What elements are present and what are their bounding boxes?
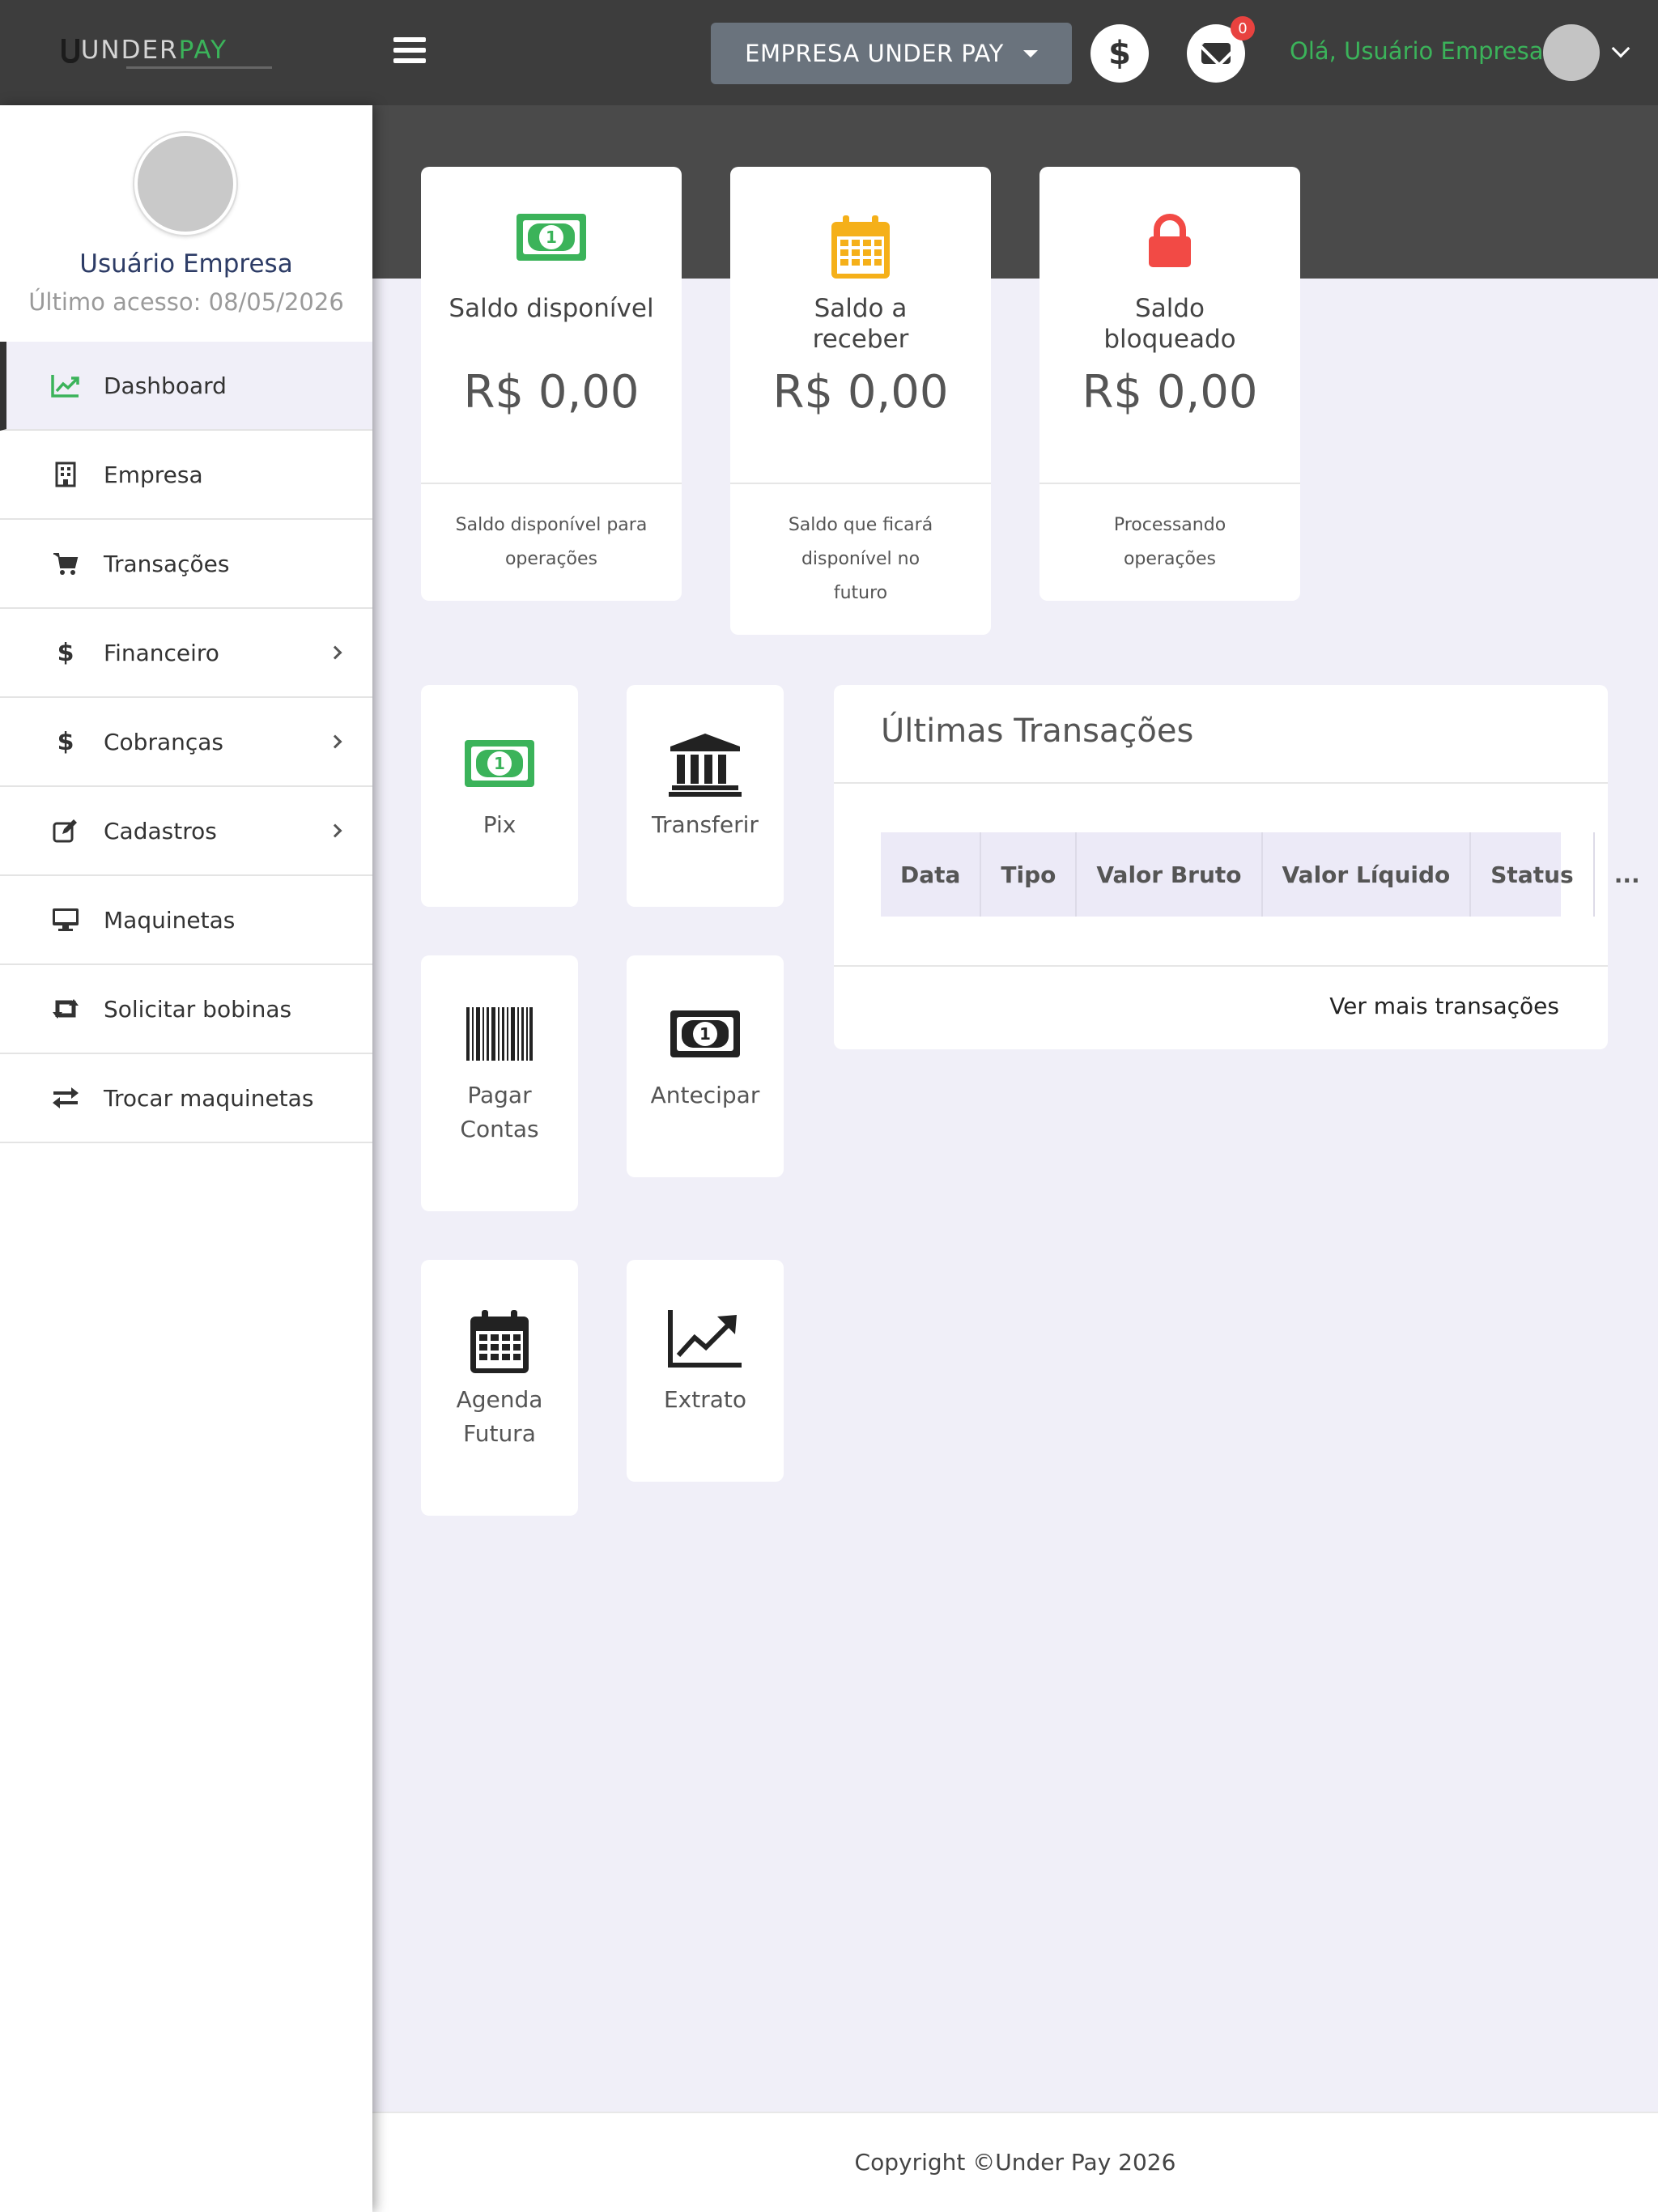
action-pix[interactable]: 1 Pix (421, 685, 578, 907)
sidebar-item-dashboard[interactable]: Dashboard (0, 342, 372, 431)
action-transferir[interactable]: Transferir (627, 685, 784, 907)
balance-description: Processando operações (1113, 515, 1226, 569)
sidebar-menu: Dashboard Empresa Transações $ Financeir… (0, 342, 372, 1143)
see-more-transactions-link[interactable]: Ver mais transações (1329, 993, 1559, 1019)
money-bill-icon: 1 (670, 1010, 740, 1057)
chevron-down-icon[interactable] (1611, 39, 1630, 58)
sidebar-item-label: Trocar maquinetas (104, 1084, 314, 1112)
calendar-icon (470, 1310, 529, 1373)
column-header[interactable]: Status (1471, 832, 1595, 917)
lock-icon (1149, 214, 1191, 267)
money-bill-icon: 1 (517, 214, 586, 261)
divider (834, 965, 1608, 967)
top-bar: UNDERPAY EMPRESA UNDER PAY $ 0 Olá, Usuá… (0, 0, 1658, 105)
sidebar-avatar (134, 133, 236, 235)
user-avatar[interactable] (1543, 24, 1600, 81)
dollar-icon: $ (57, 638, 74, 667)
chevron-right-icon (328, 734, 342, 749)
sidebar-item-cadastros[interactable]: Cadastros (0, 787, 372, 876)
sidebar-item-financeiro[interactable]: $ Financeiro (0, 609, 372, 698)
balance-amount: R$ 0,00 (1082, 366, 1258, 419)
envelope-icon (1201, 43, 1231, 64)
logo-tagline (126, 66, 272, 69)
action-pagar-contas[interactable]: Pagar Contas (421, 955, 578, 1211)
balance-description: Saldo que ficará disponível no futuro (788, 515, 933, 603)
sidebar-item-empresa[interactable]: Empresa (0, 431, 372, 520)
hamburger-icon (393, 37, 426, 42)
company-select-value: EMPRESA UNDER PAY (745, 40, 1004, 67)
balance-button[interactable]: $ (1090, 24, 1149, 83)
balance-label: Saldo a receber (812, 294, 909, 354)
sidebar-item-cobrancas[interactable]: $ Cobranças (0, 698, 372, 787)
messages-badge: 0 (1231, 16, 1255, 40)
column-header[interactable]: Valor Bruto (1077, 832, 1263, 917)
balance-label: Saldo disponível (449, 294, 654, 323)
divider (834, 782, 1608, 784)
sidebar-item-label: Financeiro (104, 639, 219, 666)
exchange-icon (50, 1083, 81, 1113)
sidebar-item-label: Cobranças (104, 728, 224, 755)
action-label: Agenda Futura (456, 1386, 543, 1447)
sidebar-user-name: Usuário Empresa (79, 249, 293, 279)
chart-line-icon (50, 370, 81, 401)
sidebar-item-label: Maquinetas (104, 906, 236, 934)
bank-icon (669, 734, 742, 797)
barcode-icon (466, 1007, 533, 1061)
sidebar-item-label: Transações (104, 550, 230, 577)
chevron-right-icon (328, 823, 342, 838)
caret-down-icon (1022, 49, 1038, 57)
sidebar-item-label: Dashboard (104, 372, 227, 399)
transactions-card: Últimas Transações Data Tipo Valor Bruto… (834, 685, 1640, 1049)
calendar-icon (831, 215, 890, 279)
retweet-icon (50, 993, 81, 1024)
logo-text: UNDERPAY (80, 36, 228, 65)
balance-amount: R$ 0,00 (463, 366, 640, 419)
copyright-text: Copyright ©Under Pay 2026 (854, 2149, 1176, 2176)
sidebar-item-transacoes[interactable]: Transações (0, 520, 372, 609)
menu-toggle-button[interactable] (393, 37, 426, 65)
column-header[interactable]: Valor Líquido (1263, 832, 1472, 917)
edit-icon (50, 815, 81, 846)
action-label: Antecipar (650, 1082, 760, 1108)
transactions-table-header: Data Tipo Valor Bruto Valor Líquido Stat… (881, 832, 1640, 917)
action-agenda-futura[interactable]: Agenda Futura (421, 1260, 578, 1516)
balance-card-blocked: Saldo bloqueado R$ 0,00 Processando oper… (1039, 167, 1300, 601)
action-extrato[interactable]: Extrato (627, 1260, 784, 1482)
company-select[interactable]: EMPRESA UNDER PAY (711, 23, 1072, 84)
sidebar-item-label: Empresa (104, 461, 203, 488)
dollar-icon: $ (57, 727, 74, 756)
sidebar-item-label: Solicitar bobinas (104, 995, 292, 1023)
cart-icon (50, 548, 81, 579)
column-header[interactable]: Data (881, 832, 982, 917)
transactions-title: Últimas Transações (881, 713, 1194, 750)
balance-label: Saldo bloqueado (1103, 294, 1236, 354)
chevron-right-icon (328, 645, 342, 660)
sidebar-item-trocar-maquinetas[interactable]: Trocar maquinetas (0, 1054, 372, 1143)
footer: Copyright ©Under Pay 2026 (372, 2112, 1658, 2212)
building-icon (50, 459, 81, 490)
logo[interactable]: UNDERPAY (62, 36, 272, 71)
action-label: Pix (483, 811, 517, 838)
sidebar-last-access: Último acesso: 08/05/2026 (28, 288, 344, 316)
balance-card-available: 1 Saldo disponível R$ 0,00 Saldo disponí… (421, 167, 682, 601)
action-label: Extrato (663, 1386, 747, 1413)
sidebar-item-label: Cadastros (104, 817, 217, 844)
balance-amount: R$ 0,00 (772, 366, 949, 419)
sidebar-item-solicitar-bobinas[interactable]: Solicitar bobinas (0, 965, 372, 1054)
sidebar-item-maquinetas[interactable]: Maquinetas (0, 876, 372, 965)
column-header[interactable]: Tipo (981, 832, 1078, 917)
action-label: Transferir (652, 811, 759, 838)
dollar-icon: $ (1108, 35, 1131, 72)
user-greeting[interactable]: Olá, Usuário Empresa (1290, 37, 1544, 65)
action-label: Pagar Contas (460, 1082, 539, 1142)
balance-card-receivable: Saldo a receber R$ 0,00 Saldo que ficará… (730, 167, 991, 635)
column-header[interactable]: ... (1595, 832, 1658, 917)
chart-line-icon (668, 1310, 742, 1368)
balance-description: Saldo disponível para operações (455, 515, 648, 569)
sidebar: Usuário Empresa Último acesso: 08/05/202… (0, 105, 372, 2212)
monitor-icon (50, 904, 81, 935)
money-bill-icon: 1 (465, 740, 534, 787)
action-antecipar[interactable]: 1 Antecipar (627, 955, 784, 1177)
